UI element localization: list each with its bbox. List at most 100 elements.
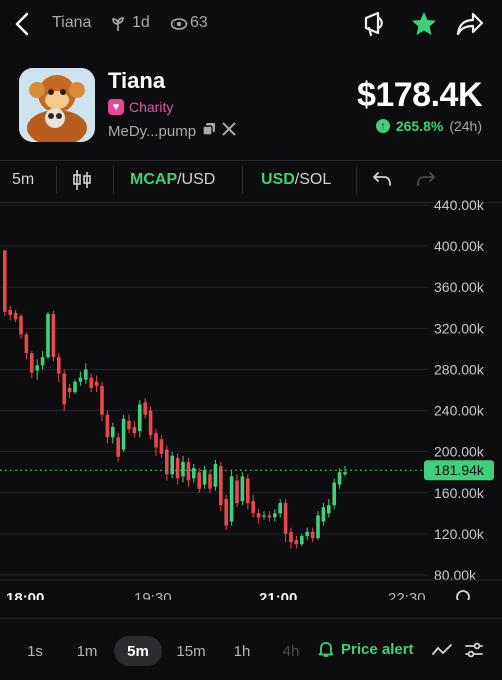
timeframe-1m[interactable]: 1m (68, 636, 106, 666)
category-badge[interactable]: ♥ Charity (108, 97, 173, 117)
chart-settings-button[interactable] (464, 641, 484, 664)
candle-body (127, 420, 131, 430)
candle-body (148, 410, 153, 436)
price-alert-button[interactable]: Price alert (318, 640, 414, 658)
candle-body (100, 385, 104, 415)
indicators-button[interactable] (432, 642, 452, 663)
candle-body (84, 369, 88, 380)
candle-body (192, 468, 196, 479)
chart-toolbar: 5m MCAP/USD USD/SOL (0, 162, 502, 198)
candle-body (116, 437, 120, 457)
candle-body (13, 312, 18, 320)
favorite-button[interactable] (408, 10, 440, 38)
chart-type-button[interactable] (72, 168, 92, 197)
candle-body (294, 540, 299, 545)
candle-body (51, 313, 56, 358)
candlestick-chart[interactable]: 440.00k 400.00k 360.00k 320.00k 280.00k 240.0… (0, 200, 502, 600)
candle-body (235, 480, 239, 504)
y-tick-label: 280.00k (434, 361, 485, 377)
candle-body (337, 472, 342, 485)
candle-body (197, 472, 201, 489)
currency-toggle[interactable]: USD/SOL (261, 171, 331, 189)
address-text: MeDy...pump (108, 122, 197, 140)
y-tick-label: 240.00k (434, 403, 485, 419)
undo-icon (373, 172, 391, 186)
candle-body (251, 501, 255, 514)
candle-body (3, 250, 7, 312)
usd-quote: /SOL (294, 171, 332, 188)
undo-button[interactable] (372, 170, 392, 193)
timeframe-15m[interactable]: 15m (170, 636, 212, 666)
x-tick-label: 22:30 (388, 590, 426, 600)
token-avatar (19, 68, 95, 142)
candle-body (35, 365, 39, 371)
eye-icon (170, 17, 188, 36)
usd-label: USD (261, 171, 295, 188)
candle-body (202, 470, 207, 485)
redo-icon (417, 172, 435, 186)
x-tick-label: 19:30 (134, 590, 172, 600)
y-tick-label: 120.00k (434, 526, 485, 542)
candle-body (78, 377, 83, 382)
candle-body (57, 357, 61, 374)
chevron-left-icon (15, 12, 29, 36)
market-cap-value: $178.4K (356, 76, 483, 114)
sprout-icon (110, 16, 126, 37)
arrow-up-icon: ↑ (375, 119, 390, 133)
x-tick-label: 18:00 (6, 590, 44, 600)
contract-address: MeDy...pump (108, 122, 236, 140)
gear-icon (456, 590, 470, 600)
x-tick-label: 21:00 (259, 590, 297, 600)
candle-body (316, 515, 320, 538)
candle-body (267, 515, 272, 518)
mcap-label: MCAP (130, 171, 178, 188)
x-link-button[interactable] (222, 122, 236, 140)
candle-body (181, 461, 185, 477)
candle-body (327, 505, 331, 514)
change-period: (24h) (449, 118, 482, 134)
watcher-count: 63 (190, 14, 208, 31)
candle-body (305, 531, 309, 536)
candle-body (154, 433, 158, 448)
y-tick-label: 400.00k (434, 238, 485, 254)
candle-body (300, 535, 304, 545)
candle-body (321, 507, 326, 522)
redo-button[interactable] (416, 170, 436, 193)
token-name: Tiana (108, 68, 166, 93)
candle-body (8, 309, 12, 315)
candle-body (246, 478, 250, 504)
candle-body (170, 455, 174, 475)
candle-body (175, 457, 180, 479)
back-button[interactable] (10, 10, 36, 38)
top-bar: Tiana 1d 63 (0, 0, 502, 50)
bell-icon (318, 642, 334, 657)
category-label: Charity (129, 99, 174, 115)
price-change: ↑ 265.8% (24h) (375, 118, 482, 134)
candle-body (105, 414, 110, 438)
timeframe-5m[interactable]: 5m (114, 636, 162, 666)
candle-body (62, 373, 66, 405)
timeframe-4h[interactable]: 4h (274, 636, 308, 666)
interval-selector[interactable]: 5m (12, 171, 34, 189)
megaphone-icon (364, 11, 383, 37)
timeframe-1s[interactable]: 1s (18, 636, 52, 666)
share-to-chat-button[interactable] (360, 10, 392, 38)
copy-button[interactable] (202, 122, 216, 140)
candle-body (67, 387, 72, 393)
timeframe-1h[interactable]: 1h (224, 636, 260, 666)
toolbar-separator (242, 166, 243, 194)
candle-body (159, 439, 164, 454)
candle-body (73, 381, 77, 393)
candlestick-icon (73, 170, 91, 190)
share-button[interactable] (454, 10, 486, 38)
candle-body (40, 357, 45, 366)
y-tick-label: 360.00k (434, 279, 485, 295)
candle-body (30, 353, 34, 373)
candle-body (273, 513, 277, 518)
candle-body (186, 461, 191, 481)
current-price-label: 181.94k (434, 462, 485, 478)
mcap-toggle[interactable]: MCAP/USD (130, 171, 215, 189)
candle-body (229, 476, 234, 522)
toolbar-separator (356, 166, 357, 194)
mcap-quote: /USD (177, 171, 216, 188)
